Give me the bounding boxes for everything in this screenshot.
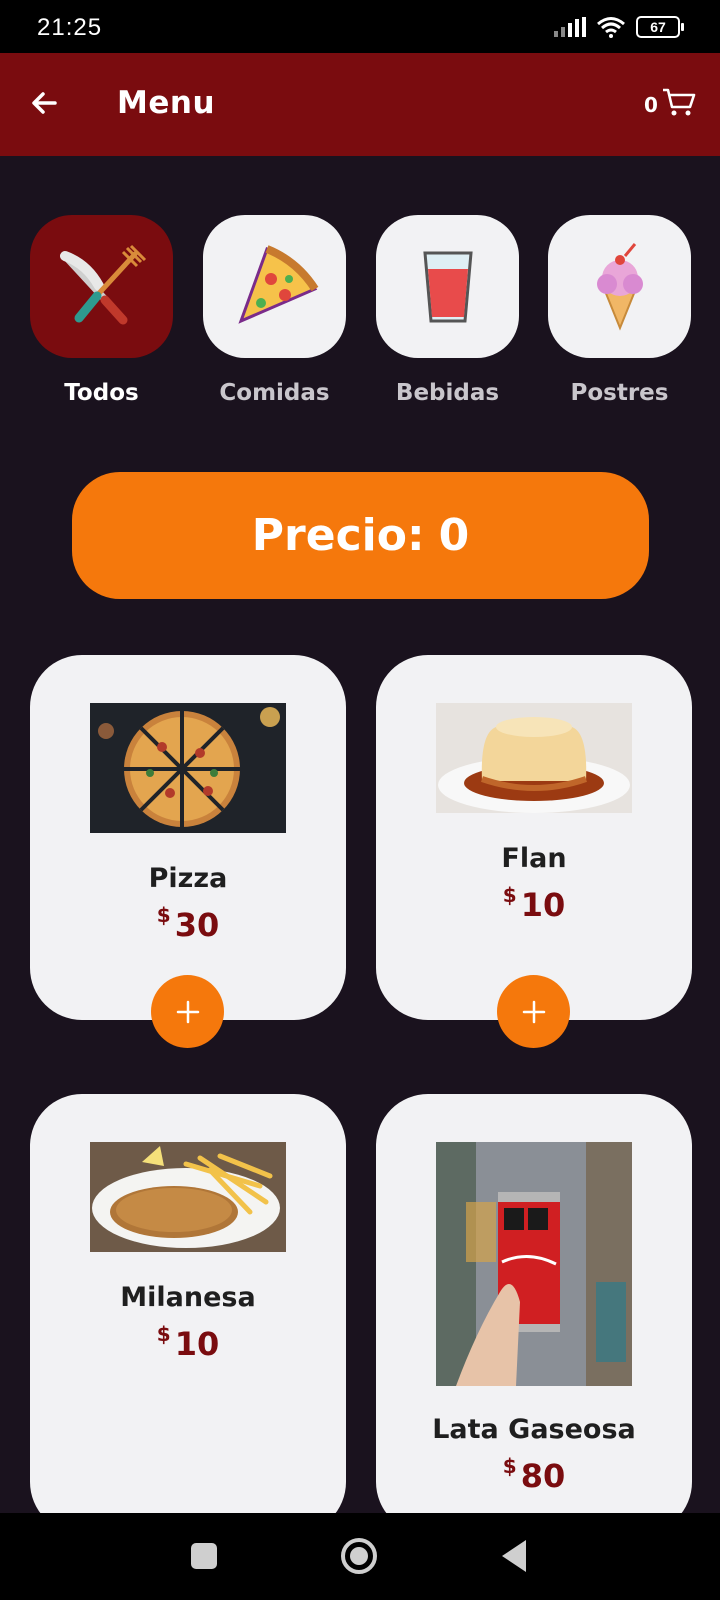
price-amount: 30 <box>174 906 220 944</box>
category-label-postres: Postres <box>570 380 669 406</box>
battery-icon: 67 <box>636 16 684 38</box>
status-bar: 21:25 67 <box>0 0 720 53</box>
price-total-button[interactable]: Precio: 0 <box>72 472 649 599</box>
product-name: Pizza <box>148 863 228 894</box>
milanesa-image <box>90 1142 286 1252</box>
pizza-image <box>90 703 286 833</box>
category-bebidas[interactable] <box>376 215 519 358</box>
product-price: $30 <box>30 903 346 944</box>
currency-symbol: $ <box>502 883 517 907</box>
product-price: $10 <box>30 1322 346 1363</box>
product-name: Lata Gaseosa <box>432 1414 636 1445</box>
add-pizza-button[interactable] <box>151 975 224 1048</box>
cart-icon[interactable] <box>662 87 696 117</box>
signal-icon <box>554 17 586 37</box>
currency-symbol: $ <box>156 903 171 927</box>
flan-image <box>436 703 632 813</box>
category-todos[interactable] <box>30 215 173 358</box>
price-amount: 80 <box>520 1457 566 1495</box>
category-label-comidas: Comidas <box>219 380 330 406</box>
price-amount: 10 <box>174 1325 220 1363</box>
product-name: Milanesa <box>120 1282 256 1313</box>
drink-glass-icon <box>422 251 473 322</box>
ice-cream-icon <box>596 242 643 331</box>
pizza-slice-icon <box>237 244 318 324</box>
product-card-flan[interactable]: Flan $10 <box>376 655 692 1020</box>
category-postres[interactable] <box>548 215 691 358</box>
back-arrow-icon[interactable] <box>25 83 65 123</box>
utensils-icon <box>59 244 146 324</box>
category-comidas[interactable] <box>203 215 346 358</box>
product-card-milanesa[interactable]: Milanesa $10 <box>30 1094 346 1534</box>
app-bar: Menu 0 <box>0 53 720 156</box>
currency-symbol: $ <box>156 1322 171 1346</box>
cart-count-badge: 0 <box>644 93 658 117</box>
recents-icon[interactable] <box>191 1543 217 1569</box>
price-label: Precio: <box>251 510 425 561</box>
status-icons: 67 <box>554 16 684 38</box>
category-label-bebidas: Bebidas <box>395 380 500 406</box>
wifi-icon <box>597 17 625 38</box>
page-title: Menu <box>117 85 216 121</box>
product-card-lata-gaseosa[interactable]: Lata Gaseosa $80 <box>376 1094 692 1534</box>
add-flan-button[interactable] <box>497 975 570 1048</box>
back-triangle-icon[interactable] <box>502 1540 526 1572</box>
price-value: 0 <box>438 510 470 561</box>
soda-can-image <box>436 1142 632 1386</box>
status-time: 21:25 <box>37 14 103 41</box>
price-amount: 10 <box>520 886 566 924</box>
product-price: $10 <box>376 883 692 924</box>
plus-icon <box>522 1000 545 1023</box>
currency-symbol: $ <box>502 1454 517 1478</box>
product-card-pizza[interactable]: Pizza $30 <box>30 655 346 1020</box>
home-icon[interactable] <box>341 1538 377 1574</box>
product-name: Flan <box>501 843 567 874</box>
category-label-todos: Todos <box>64 380 139 406</box>
system-nav-bar <box>0 1513 720 1600</box>
plus-icon <box>176 1000 199 1023</box>
product-price: $80 <box>376 1454 692 1495</box>
